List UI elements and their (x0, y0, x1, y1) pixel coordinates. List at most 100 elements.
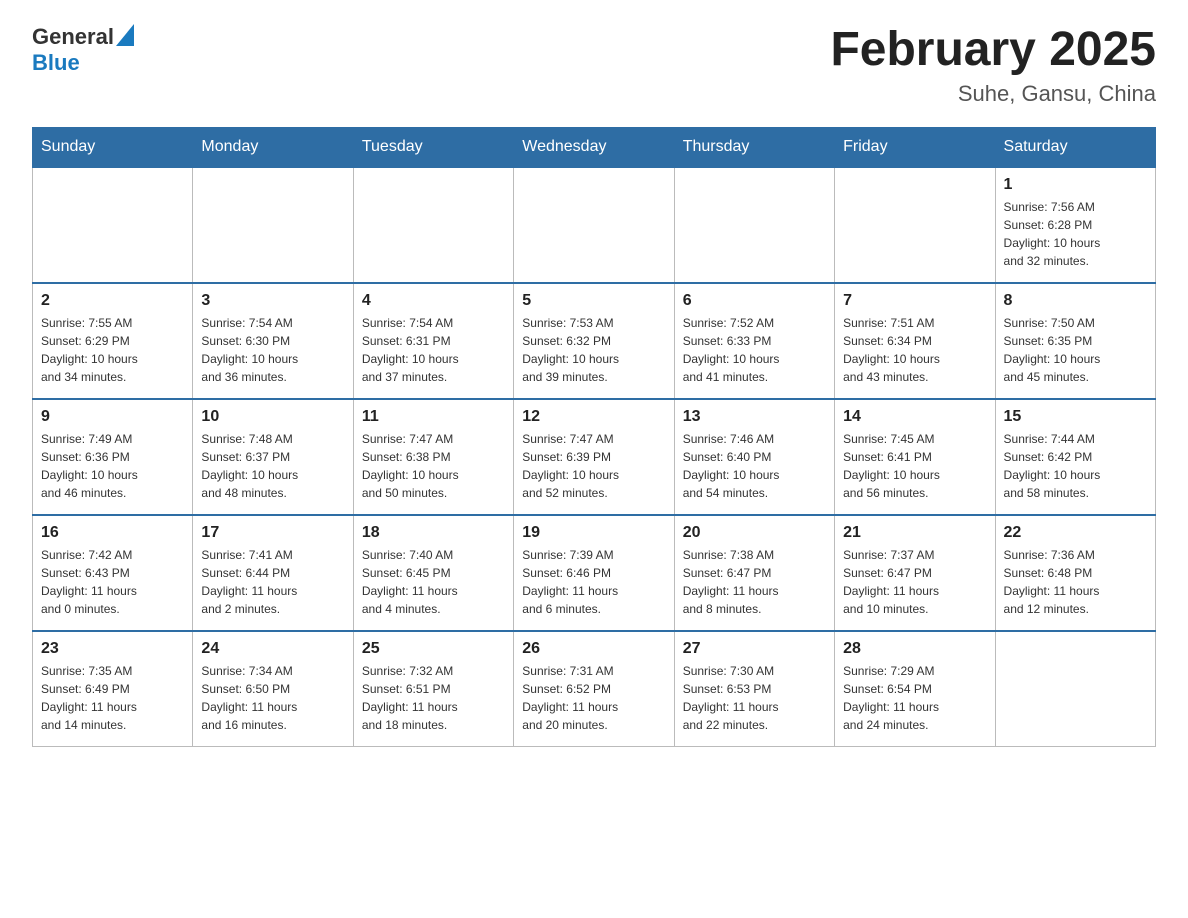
calendar-empty-cell (835, 167, 995, 283)
day-number: 24 (201, 640, 344, 658)
calendar-day-21: 21 Sunrise: 7:37 AMSunset: 6:47 PMDayligh… (835, 515, 995, 631)
day-number: 22 (1004, 524, 1147, 542)
day-info: Sunrise: 7:47 AMSunset: 6:38 PMDaylight:… (362, 430, 505, 502)
day-info: Sunrise: 7:44 AMSunset: 6:42 PMDaylight:… (1004, 430, 1147, 502)
day-info: Sunrise: 7:31 AMSunset: 6:52 PMDaylight:… (522, 662, 665, 734)
calendar-day-6: 6 Sunrise: 7:52 AMSunset: 6:33 PMDaylight… (674, 283, 834, 399)
title-block: February 2025 Suhe, Gansu, China (830, 24, 1156, 107)
calendar-day-16: 16 Sunrise: 7:42 AMSunset: 6:43 PMDayligh… (33, 515, 193, 631)
logo-triangle-icon (116, 24, 134, 46)
calendar-table: SundayMondayTuesdayWednesdayThursdayFrid… (32, 127, 1156, 747)
day-number: 23 (41, 640, 184, 658)
day-number: 5 (522, 292, 665, 310)
day-number: 4 (362, 292, 505, 310)
day-info: Sunrise: 7:46 AMSunset: 6:40 PMDaylight:… (683, 430, 826, 502)
day-info: Sunrise: 7:40 AMSunset: 6:45 PMDaylight:… (362, 546, 505, 618)
calendar-day-9: 9 Sunrise: 7:49 AMSunset: 6:36 PMDaylight… (33, 399, 193, 515)
logo-text-general: General (32, 25, 114, 49)
weekday-header-friday: Friday (835, 127, 995, 167)
weekday-header-tuesday: Tuesday (353, 127, 513, 167)
calendar-week-row: 2Sunrise: 7:55 AMSunset: 6:29 PMDaylight… (33, 283, 1156, 399)
weekday-header-monday: Monday (193, 127, 353, 167)
calendar-day-23: 23 Sunrise: 7:35 AMSunset: 6:49 PMDayligh… (33, 631, 193, 747)
day-number: 13 (683, 408, 826, 426)
calendar-title: February 2025 (830, 24, 1156, 77)
day-number: 21 (843, 524, 986, 542)
weekday-header-wednesday: Wednesday (514, 127, 674, 167)
day-number: 9 (41, 408, 184, 426)
day-info: Sunrise: 7:38 AMSunset: 6:47 PMDaylight:… (683, 546, 826, 618)
calendar-day-1: 1Sunrise: 7:56 AMSunset: 6:28 PMDaylight… (995, 167, 1155, 283)
calendar-day-5: 5 Sunrise: 7:53 AMSunset: 6:32 PMDaylight… (514, 283, 674, 399)
calendar-day-3: 3 Sunrise: 7:54 AMSunset: 6:30 PMDaylight… (193, 283, 353, 399)
day-info: Sunrise: 7:39 AMSunset: 6:46 PMDaylight:… (522, 546, 665, 618)
calendar-week-row: 16 Sunrise: 7:42 AMSunset: 6:43 PMDayligh… (33, 515, 1156, 631)
day-info: Sunrise: 7:36 AMSunset: 6:48 PMDaylight:… (1004, 546, 1147, 618)
calendar-day-8: 8Sunrise: 7:50 AMSunset: 6:35 PMDaylight… (995, 283, 1155, 399)
day-number: 6 (683, 292, 826, 310)
day-number: 8 (1004, 292, 1147, 310)
day-number: 26 (522, 640, 665, 658)
day-info: Sunrise: 7:49 AMSunset: 6:36 PMDaylight:… (41, 430, 184, 502)
day-info: Sunrise: 7:30 AMSunset: 6:53 PMDaylight:… (683, 662, 826, 734)
calendar-day-19: 19 Sunrise: 7:39 AMSunset: 6:46 PMDayligh… (514, 515, 674, 631)
day-number: 3 (201, 292, 344, 310)
calendar-day-2: 2Sunrise: 7:55 AMSunset: 6:29 PMDaylight… (33, 283, 193, 399)
day-info: Sunrise: 7:54 AMSunset: 6:30 PMDaylight:… (201, 314, 344, 386)
day-number: 11 (362, 408, 505, 426)
day-number: 25 (362, 640, 505, 658)
day-number: 10 (201, 408, 344, 426)
day-number: 7 (843, 292, 986, 310)
calendar-day-28: 28 Sunrise: 7:29 AMSunset: 6:54 PMDayligh… (835, 631, 995, 747)
calendar-day-15: 15Sunrise: 7:44 AMSunset: 6:42 PMDayligh… (995, 399, 1155, 515)
weekday-header-sunday: Sunday (33, 127, 193, 167)
calendar-day-25: 25 Sunrise: 7:32 AMSunset: 6:51 PMDayligh… (353, 631, 513, 747)
weekday-header-thursday: Thursday (674, 127, 834, 167)
calendar-day-20: 20 Sunrise: 7:38 AMSunset: 6:47 PMDayligh… (674, 515, 834, 631)
day-number: 28 (843, 640, 986, 658)
day-number: 18 (362, 524, 505, 542)
calendar-day-4: 4 Sunrise: 7:54 AMSunset: 6:31 PMDaylight… (353, 283, 513, 399)
day-number: 2 (41, 292, 184, 310)
day-number: 1 (1004, 176, 1147, 194)
day-info: Sunrise: 7:52 AMSunset: 6:33 PMDaylight:… (683, 314, 826, 386)
calendar-empty-cell (193, 167, 353, 283)
day-number: 27 (683, 640, 826, 658)
calendar-empty-cell (353, 167, 513, 283)
day-number: 17 (201, 524, 344, 542)
day-info: Sunrise: 7:29 AMSunset: 6:54 PMDaylight:… (843, 662, 986, 734)
day-info: Sunrise: 7:51 AMSunset: 6:34 PMDaylight:… (843, 314, 986, 386)
calendar-day-14: 14 Sunrise: 7:45 AMSunset: 6:41 PMDayligh… (835, 399, 995, 515)
day-number: 16 (41, 524, 184, 542)
calendar-day-22: 22 Sunrise: 7:36 AMSunset: 6:48 PMDayligh… (995, 515, 1155, 631)
calendar-day-13: 13 Sunrise: 7:46 AMSunset: 6:40 PMDayligh… (674, 399, 834, 515)
day-number: 20 (683, 524, 826, 542)
day-info: Sunrise: 7:32 AMSunset: 6:51 PMDaylight:… (362, 662, 505, 734)
logo: General Blue (32, 24, 134, 75)
day-info: Sunrise: 7:54 AMSunset: 6:31 PMDaylight:… (362, 314, 505, 386)
day-info: Sunrise: 7:35 AMSunset: 6:49 PMDaylight:… (41, 662, 184, 734)
calendar-subtitle: Suhe, Gansu, China (830, 81, 1156, 107)
page-header: General Blue February 2025 Suhe, Gansu, … (32, 24, 1156, 107)
day-number: 19 (522, 524, 665, 542)
day-info: Sunrise: 7:53 AMSunset: 6:32 PMDaylight:… (522, 314, 665, 386)
day-number: 14 (843, 408, 986, 426)
calendar-day-26: 26 Sunrise: 7:31 AMSunset: 6:52 PMDayligh… (514, 631, 674, 747)
day-info: Sunrise: 7:34 AMSunset: 6:50 PMDaylight:… (201, 662, 344, 734)
day-info: Sunrise: 7:48 AMSunset: 6:37 PMDaylight:… (201, 430, 344, 502)
day-info: Sunrise: 7:42 AMSunset: 6:43 PMDaylight:… (41, 546, 184, 618)
weekday-header-row: SundayMondayTuesdayWednesdayThursdayFrid… (33, 127, 1156, 167)
day-info: Sunrise: 7:45 AMSunset: 6:41 PMDaylight:… (843, 430, 986, 502)
calendar-day-24: 24 Sunrise: 7:34 AMSunset: 6:50 PMDayligh… (193, 631, 353, 747)
day-info: Sunrise: 7:37 AMSunset: 6:47 PMDaylight:… (843, 546, 986, 618)
calendar-day-17: 17 Sunrise: 7:41 AMSunset: 6:44 PMDayligh… (193, 515, 353, 631)
calendar-empty-cell (514, 167, 674, 283)
calendar-day-10: 10 Sunrise: 7:48 AMSunset: 6:37 PMDayligh… (193, 399, 353, 515)
weekday-header-saturday: Saturday (995, 127, 1155, 167)
calendar-week-row: 9 Sunrise: 7:49 AMSunset: 6:36 PMDaylight… (33, 399, 1156, 515)
calendar-day-11: 11 Sunrise: 7:47 AMSunset: 6:38 PMDayligh… (353, 399, 513, 515)
calendar-week-row: 1Sunrise: 7:56 AMSunset: 6:28 PMDaylight… (33, 167, 1156, 283)
day-info: Sunrise: 7:47 AMSunset: 6:39 PMDaylight:… (522, 430, 665, 502)
calendar-week-row: 23 Sunrise: 7:35 AMSunset: 6:49 PMDayligh… (33, 631, 1156, 747)
day-info: Sunrise: 7:41 AMSunset: 6:44 PMDaylight:… (201, 546, 344, 618)
